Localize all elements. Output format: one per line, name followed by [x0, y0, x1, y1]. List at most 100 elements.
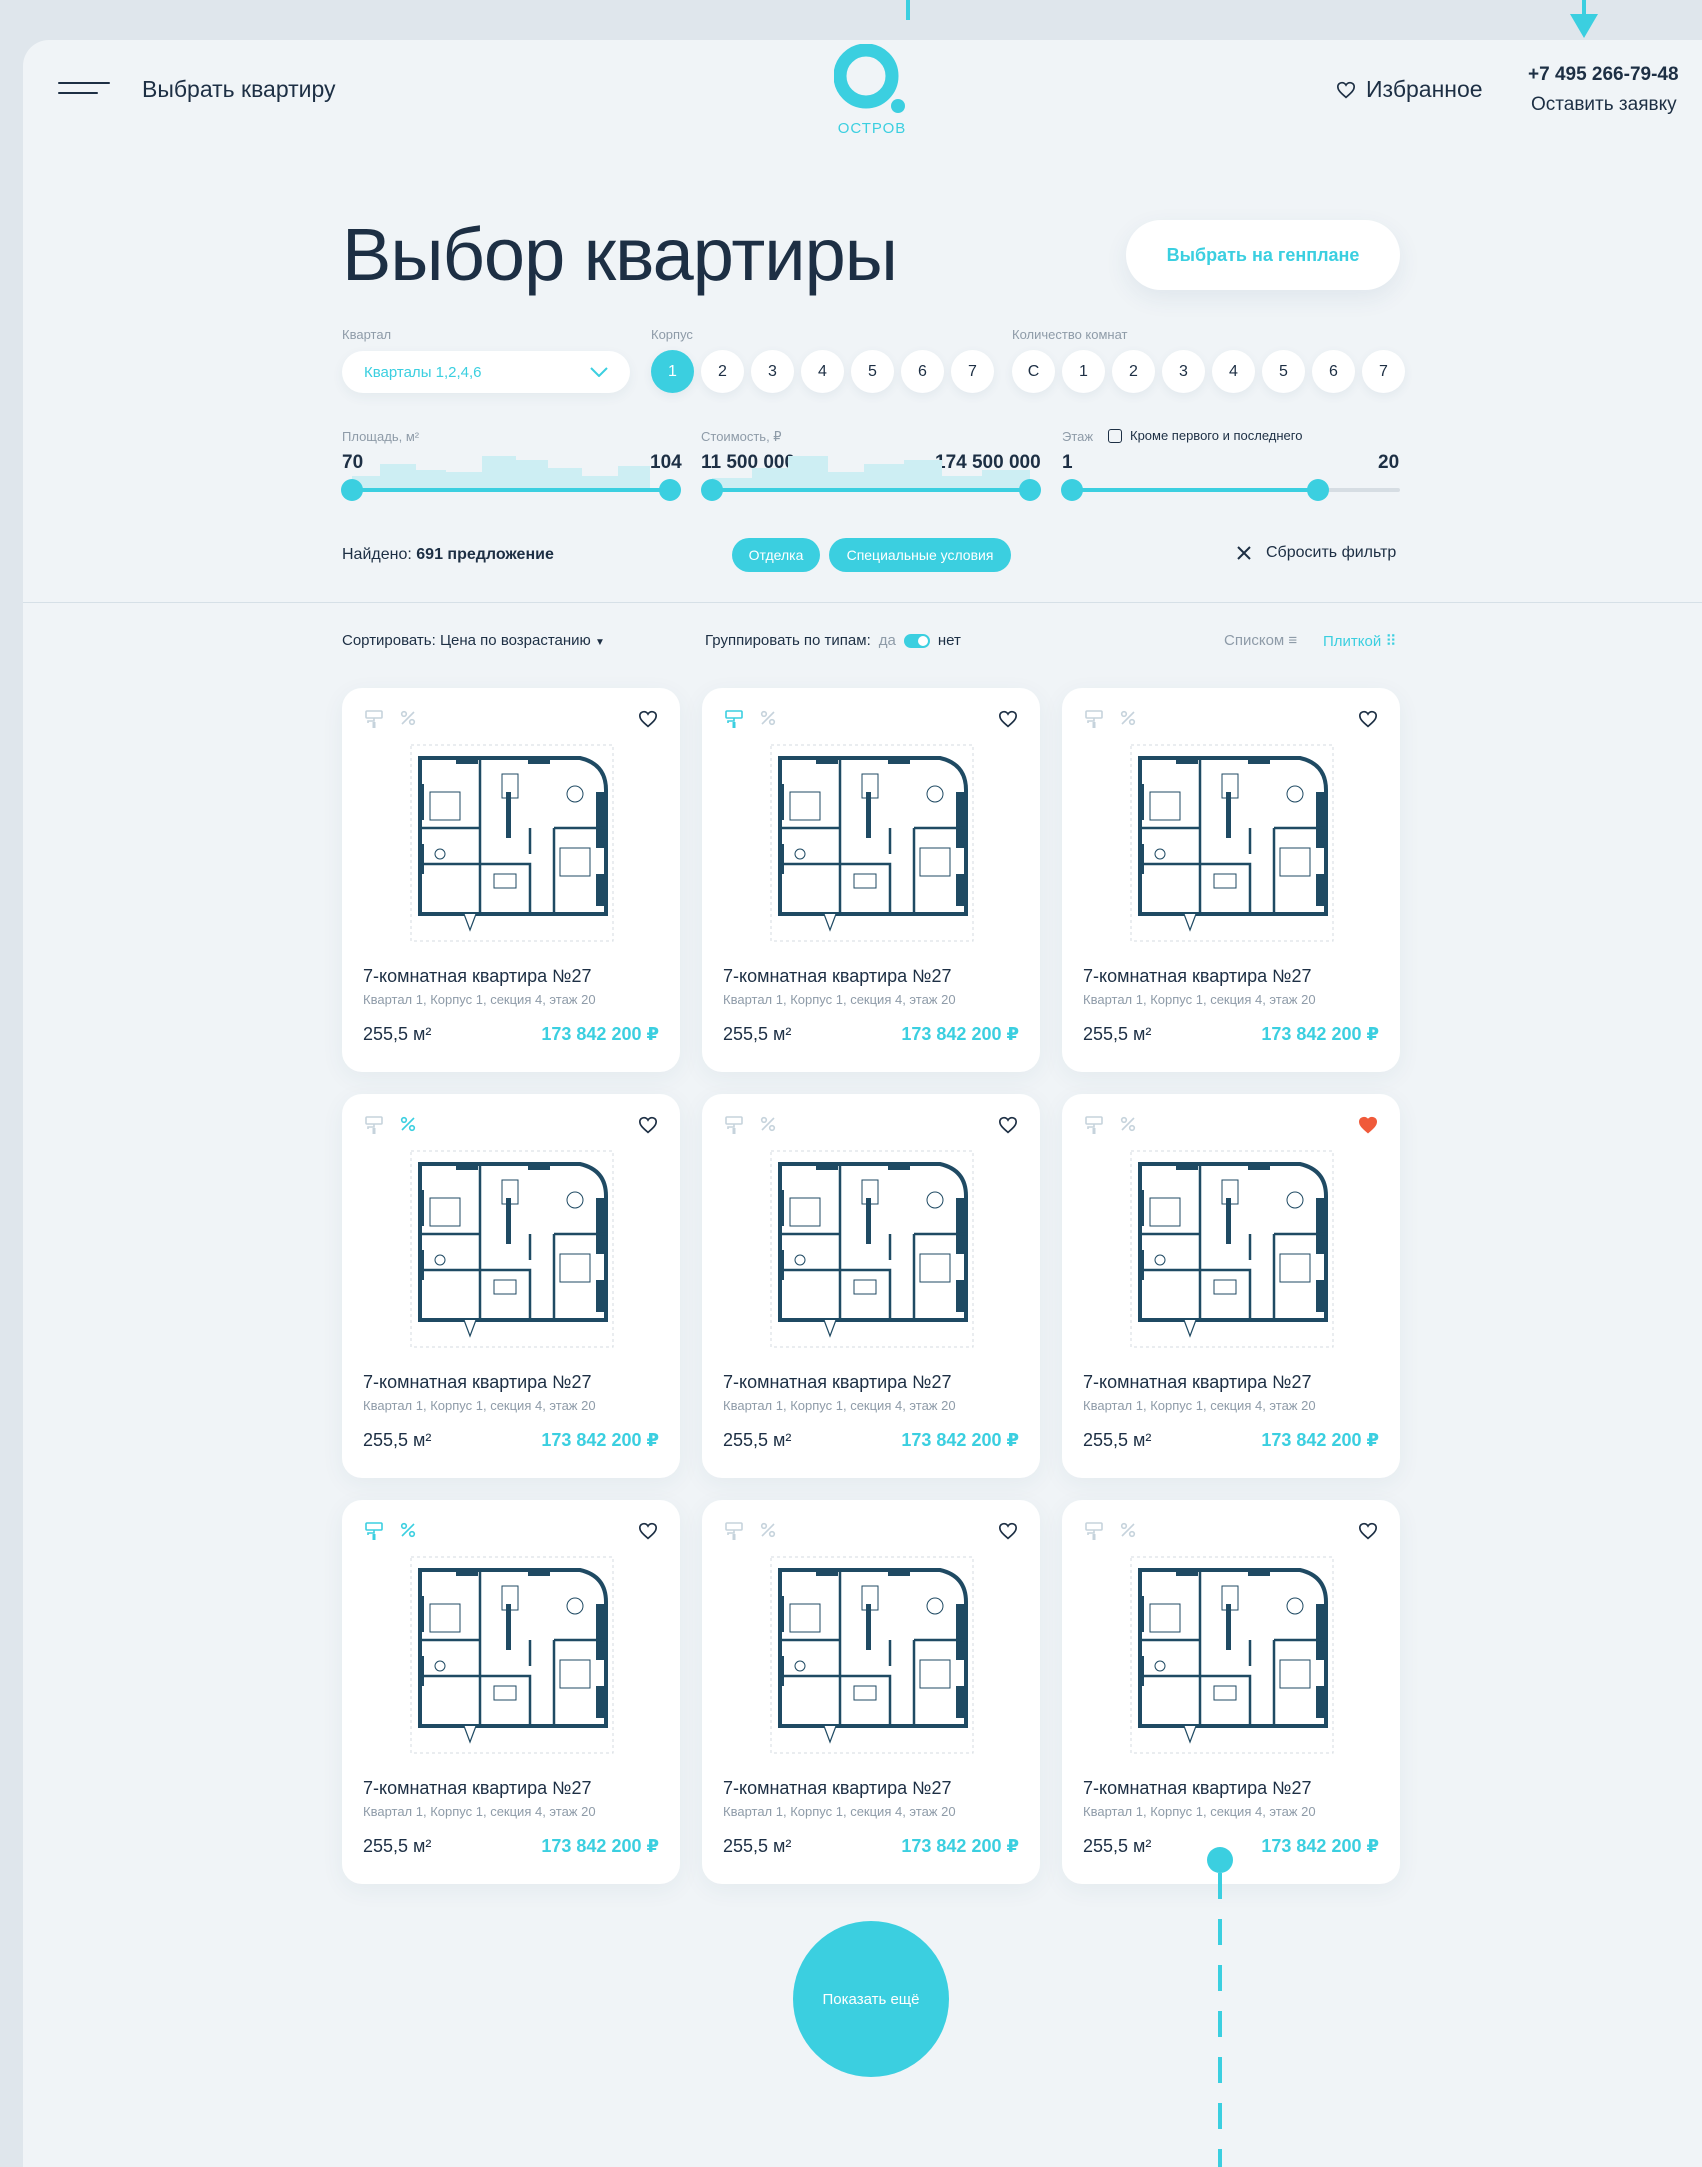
- rooms-label: Количество комнат: [1012, 327, 1128, 342]
- finish-roller-icon: [725, 710, 743, 728]
- apartment-card[interactable]: 7-комнатная квартира №27 Квартал 1, Корп…: [702, 1094, 1040, 1478]
- apartment-price: 173 842 200 ₽: [541, 1430, 659, 1450]
- apartment-price: 173 842 200 ₽: [901, 1024, 1019, 1044]
- view-list-button[interactable]: Списком ≡: [1224, 632, 1297, 649]
- rooms-chip[interactable]: 2: [1112, 350, 1155, 393]
- price-slider-track[interactable]: [701, 479, 1041, 501]
- apartment-area: 255,5 м²: [1083, 1430, 1152, 1450]
- finish-roller-icon: [365, 1116, 383, 1134]
- request-link[interactable]: Оставить заявку: [1531, 94, 1677, 116]
- rooms-chip[interactable]: 4: [1212, 350, 1255, 393]
- apartment-card[interactable]: 7-комнатная квартира №27 Квартал 1, Корп…: [342, 1094, 680, 1478]
- view-tile-button[interactable]: Плиткой ⠿: [1323, 632, 1396, 650]
- apartment-card[interactable]: 7-комнатная квартира №27 Квартал 1, Корп…: [342, 688, 680, 1072]
- building-chip[interactable]: 5: [851, 350, 894, 393]
- building-chip[interactable]: 1: [651, 350, 694, 393]
- apartment-card[interactable]: 7-комнатная квартира №27 Квартал 1, Корп…: [1062, 1500, 1400, 1884]
- apartment-card[interactable]: 7-комнатная квартира №27 Квартал 1, Корп…: [702, 688, 1040, 1072]
- apartment-card[interactable]: 7-комнатная квартира №27 Квартал 1, Корп…: [342, 1500, 680, 1884]
- tag-finish[interactable]: Отделка: [732, 538, 820, 572]
- discount-percent-icon: [400, 710, 416, 726]
- show-more-button[interactable]: Показать ещё: [793, 1921, 949, 2077]
- apartment-card[interactable]: 7-комнатная квартира №27 Квартал 1, Корп…: [1062, 1094, 1400, 1478]
- menu-burger-icon[interactable]: [58, 82, 110, 104]
- favorite-heart-icon[interactable]: [1358, 710, 1378, 728]
- favorite-heart-icon[interactable]: [638, 1522, 658, 1540]
- favorite-heart-icon[interactable]: [998, 710, 1018, 728]
- apartment-name: 7-комнатная квартира №27: [363, 966, 592, 986]
- building-label: Корпус: [651, 327, 693, 342]
- apartment-address: Квартал 1, Корпус 1, секция 4, этаж 20: [363, 992, 596, 1007]
- discount-percent-icon: [1120, 1116, 1136, 1132]
- floor-slider-max-handle[interactable]: [1307, 479, 1329, 501]
- building-chip[interactable]: 6: [901, 350, 944, 393]
- phone-link[interactable]: +7 495 266-79-48: [1528, 64, 1679, 86]
- favorite-heart-icon[interactable]: [1358, 1116, 1378, 1134]
- area-slider-max-handle[interactable]: [659, 479, 681, 501]
- view-list-label: Списком: [1224, 632, 1285, 649]
- group-by-type: Группировать по типам: да нет: [705, 632, 961, 649]
- favorite-heart-icon[interactable]: [638, 710, 658, 728]
- rooms-chip[interactable]: 5: [1262, 350, 1305, 393]
- discount-percent-icon: [760, 710, 776, 726]
- apartment-card[interactable]: 7-комнатная квартира №27 Квартал 1, Корп…: [1062, 688, 1400, 1072]
- floor-exclude-checkbox[interactable]: Кроме первого и последнего: [1108, 428, 1302, 443]
- rooms-chip[interactable]: 1: [1062, 350, 1105, 393]
- apartment-address: Квартал 1, Корпус 1, секция 4, этаж 20: [1083, 992, 1316, 1007]
- area-slider-track[interactable]: [341, 479, 681, 501]
- apartment-address: Квартал 1, Корпус 1, секция 4, этаж 20: [723, 992, 956, 1007]
- building-chip[interactable]: 4: [801, 350, 844, 393]
- found-value: 691 предложение: [416, 546, 554, 563]
- reset-filter-label: Сбросить фильтр: [1266, 544, 1397, 561]
- floor-slider-min-handle[interactable]: [1061, 479, 1083, 501]
- apartment-name: 7-комнатная квартира №27: [363, 1372, 592, 1392]
- rooms-chip[interactable]: 3: [1162, 350, 1205, 393]
- favorite-heart-icon[interactable]: [998, 1522, 1018, 1540]
- quarter-select[interactable]: Кварталы 1,2,4,6: [342, 351, 630, 393]
- discount-percent-icon: [760, 1116, 776, 1132]
- price-slider-max-handle[interactable]: [1019, 479, 1041, 501]
- apartment-card[interactable]: 7-комнатная квартира №27 Квартал 1, Корп…: [702, 1500, 1040, 1884]
- genplan-button[interactable]: Выбрать на генплане: [1126, 220, 1400, 290]
- group-toggle[interactable]: [903, 633, 930, 648]
- area-slider-min-handle[interactable]: [341, 479, 363, 501]
- reset-filter-button[interactable]: Сбросить фильтр: [1236, 544, 1396, 562]
- apartment-address: Квартал 1, Корпус 1, секция 4, этаж 20: [723, 1804, 956, 1819]
- apartment-price: 173 842 200 ₽: [1261, 1430, 1379, 1450]
- floor-plan-image: [770, 1556, 974, 1754]
- logo-text: ОСТРОВ: [837, 120, 907, 137]
- chevron-down-icon: [590, 367, 608, 377]
- tag-special-conditions[interactable]: Специальные условия: [829, 538, 1011, 572]
- floor-slider-track[interactable]: [1061, 479, 1400, 501]
- favorite-heart-icon[interactable]: [638, 1116, 658, 1134]
- building-chip[interactable]: 2: [701, 350, 744, 393]
- logo[interactable]: ОСТРОВ: [833, 43, 910, 140]
- sort-dropdown[interactable]: Сортировать: Цена по возрастанию ▼: [342, 632, 605, 649]
- apartment-name: 7-комнатная квартира №27: [363, 1778, 592, 1798]
- area-max: 104: [650, 452, 682, 473]
- floor-plan-image: [770, 744, 974, 942]
- building-chip[interactable]: 7: [951, 350, 994, 393]
- discount-percent-icon: [400, 1116, 416, 1132]
- nav-choose-apartment[interactable]: Выбрать квартиру: [142, 76, 336, 103]
- finish-roller-icon: [365, 1522, 383, 1540]
- building-chip[interactable]: 3: [751, 350, 794, 393]
- apartment-name: 7-комнатная квартира №27: [723, 966, 952, 986]
- favorite-heart-icon[interactable]: [998, 1116, 1018, 1134]
- rooms-chip[interactable]: 6: [1312, 350, 1355, 393]
- favorite-heart-icon[interactable]: [1358, 1522, 1378, 1540]
- floor-plan-image: [770, 1150, 974, 1348]
- finish-roller-icon: [1085, 1116, 1103, 1134]
- favorites-link[interactable]: Избранное: [1336, 76, 1483, 103]
- rooms-chip[interactable]: С: [1012, 350, 1055, 393]
- view-tile-label: Плиткой: [1323, 633, 1382, 650]
- close-icon: [1237, 546, 1251, 560]
- apartment-name: 7-комнатная квартира №27: [1083, 966, 1312, 986]
- group-yes[interactable]: да: [879, 632, 896, 649]
- price-slider-min-handle[interactable]: [701, 479, 723, 501]
- rooms-chip[interactable]: 7: [1362, 350, 1405, 393]
- apartment-price: 173 842 200 ₽: [1261, 1024, 1379, 1044]
- group-no[interactable]: нет: [938, 632, 961, 649]
- logo-mark-icon: [833, 43, 905, 113]
- floor-slider-fill: [1072, 488, 1318, 492]
